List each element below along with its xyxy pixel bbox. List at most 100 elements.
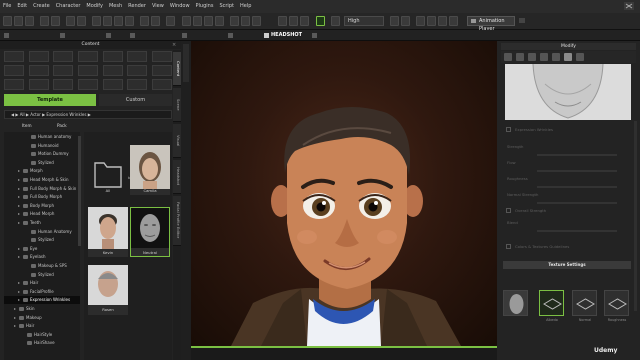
blend-slider[interactable] — [537, 230, 617, 232]
new-project-icon[interactable] — [3, 16, 12, 26]
menu-edit[interactable]: Edit — [17, 0, 27, 13]
window-controls-icon[interactable] — [624, 2, 634, 10]
tree-item[interactable]: ▸ Eyelash — [4, 253, 80, 261]
face-thumbnail[interactable] — [503, 290, 528, 316]
menu-character[interactable]: Character — [56, 0, 81, 13]
texture-settings-header[interactable]: Texture Settings — [503, 261, 631, 269]
modify-scrollbar[interactable] — [634, 121, 637, 311]
rotate-icon[interactable] — [114, 16, 123, 26]
timeline-icon[interactable] — [438, 16, 447, 26]
menu-create[interactable]: Create — [33, 0, 50, 13]
tree-item[interactable]: ▸ Full Body Morph — [4, 193, 80, 201]
tree-item[interactable]: Human Anatomy — [4, 228, 80, 236]
tree-item[interactable]: HairShave — [4, 339, 80, 347]
motion-icon[interactable] — [516, 53, 524, 61]
tab-template[interactable]: Template — [4, 94, 96, 106]
content-category-button[interactable] — [28, 51, 49, 62]
content-category-button[interactable] — [53, 51, 74, 62]
settings-icon[interactable] — [449, 16, 458, 26]
tree-item[interactable]: Stylized — [4, 271, 80, 279]
wrinkle-icon[interactable] — [564, 53, 572, 61]
snap-icon[interactable] — [140, 16, 149, 26]
tree-item[interactable]: Motion Dummy — [4, 150, 80, 158]
expand-arrow-icon[interactable]: ▸ — [18, 279, 20, 287]
content-category-button[interactable] — [151, 79, 172, 90]
quality-select[interactable]: High — [344, 16, 384, 26]
headshot-mode-icon[interactable] — [316, 16, 325, 26]
animation-player-button[interactable]: Animation Player — [467, 16, 515, 32]
content-category-button[interactable] — [28, 79, 49, 90]
scale-icon[interactable] — [125, 16, 134, 26]
content-category-button[interactable] — [77, 79, 98, 90]
expand-arrow-icon[interactable]: ▸ — [18, 185, 20, 193]
menu-window[interactable]: Window — [170, 0, 190, 13]
tree-item[interactable]: ▸ Morph — [4, 167, 80, 175]
tab-workspace-6[interactable] — [226, 31, 256, 40]
graph-button[interactable] — [519, 16, 549, 26]
content-category-button[interactable] — [77, 65, 98, 76]
save-icon[interactable] — [25, 16, 34, 26]
expand-arrow-icon[interactable]: ▸ — [18, 193, 20, 201]
content-category-button[interactable] — [77, 51, 98, 62]
grid-icon[interactable] — [151, 16, 160, 26]
expand-arrow-icon[interactable]: ▸ — [18, 202, 20, 210]
expand-arrow-icon[interactable]: ▸ — [18, 167, 20, 175]
tree-item[interactable]: ▸ FacialProfile — [4, 288, 80, 296]
expand-arrow-icon[interactable]: ▸ — [18, 245, 20, 253]
side-tab-visual[interactable]: Visual — [173, 124, 181, 158]
screenshot-icon[interactable] — [390, 16, 399, 26]
side-tab-facial-profile[interactable]: Facial Profile Editor — [173, 196, 181, 246]
orbit-icon[interactable] — [193, 16, 202, 26]
expand-arrow-icon[interactable]: ▸ — [18, 219, 20, 227]
content-category-button[interactable] — [127, 79, 148, 90]
expand-arrow-icon[interactable]: ▸ — [18, 296, 20, 304]
wrinkles-checkbox[interactable] — [506, 127, 511, 132]
roughness-slot[interactable] — [604, 290, 629, 316]
expand-arrow-icon[interactable]: ▸ — [14, 314, 16, 322]
albedo-slot[interactable] — [539, 290, 564, 316]
strength-slider[interactable] — [537, 154, 617, 156]
close-icon[interactable]: × — [172, 42, 178, 48]
tree-item[interactable]: ▸ Head Morph — [4, 210, 80, 218]
tree-item[interactable]: ▸ Hair — [4, 322, 80, 330]
guidelines-checkbox[interactable] — [506, 244, 511, 249]
menu-view[interactable]: View — [152, 0, 164, 13]
physics-icon[interactable] — [576, 53, 584, 61]
tab-add[interactable] — [310, 31, 320, 40]
menu-modify[interactable]: Modify — [86, 0, 103, 13]
content-category-button[interactable] — [127, 65, 148, 76]
tree-item[interactable]: Stylized — [4, 236, 80, 244]
roughness-slider[interactable] — [537, 186, 617, 188]
fit-view-icon[interactable] — [215, 16, 224, 26]
content-category-button[interactable] — [102, 51, 123, 62]
camera-icon[interactable] — [166, 16, 175, 26]
normal-slot[interactable] — [572, 290, 597, 316]
render-icon[interactable] — [252, 16, 261, 26]
content-category-button[interactable] — [28, 65, 49, 76]
expand-arrow-icon[interactable]: ▸ — [18, 176, 20, 184]
move-icon[interactable] — [103, 16, 112, 26]
layout-icon[interactable] — [416, 16, 425, 26]
tab-workspace-3[interactable] — [104, 31, 122, 40]
open-project-icon[interactable] — [14, 16, 23, 26]
menu-help[interactable]: Help — [240, 0, 251, 13]
quality-icon[interactable] — [331, 16, 340, 26]
tree-item[interactable]: Makeup & SPS — [4, 262, 80, 270]
overall-checkbox[interactable] — [506, 208, 511, 213]
expand-arrow-icon[interactable]: ▸ — [18, 253, 20, 261]
content-category-button[interactable] — [102, 79, 123, 90]
content-category-button[interactable] — [53, 65, 74, 76]
tree-scrollbar[interactable] — [78, 136, 81, 246]
side-tab-content[interactable]: Content — [173, 52, 181, 86]
expand-arrow-icon[interactable]: ▸ — [14, 305, 16, 313]
content-category-button[interactable] — [4, 51, 24, 62]
tree-item[interactable]: ▸ Head Morph & Skin — [4, 176, 80, 184]
menu-mesh[interactable]: Mesh — [109, 0, 122, 13]
frame-icon[interactable] — [289, 16, 298, 26]
guidelines-row[interactable]: Colors & Textures Guidelines — [501, 243, 637, 250]
tab-workspace-5[interactable] — [180, 31, 216, 40]
expand-arrow-icon[interactable]: ▸ — [14, 322, 16, 330]
tab-headshot[interactable]: HEADSHOT — [262, 31, 306, 40]
tree-item[interactable]: ▸ Body Morph — [4, 202, 80, 210]
morph-icon[interactable] — [528, 53, 536, 61]
